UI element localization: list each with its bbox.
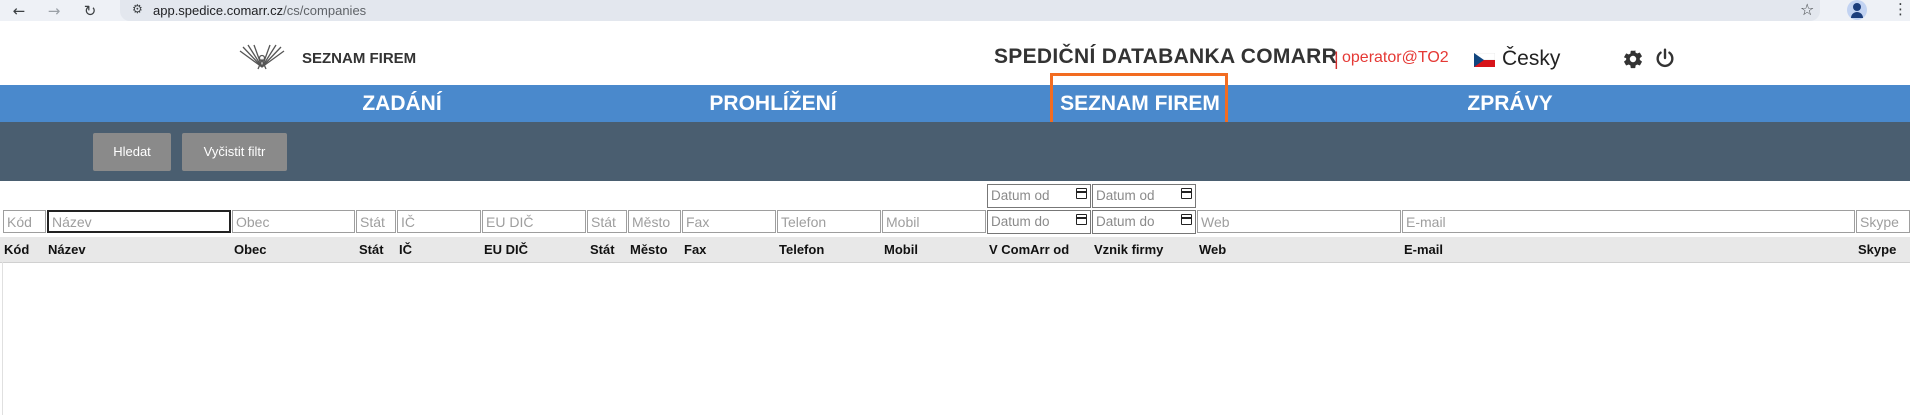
- nav-item-zadani[interactable]: ZADÁNÍ: [302, 85, 502, 122]
- column-header-kod[interactable]: Kód: [4, 242, 29, 257]
- app-title: SPEDIČNÍ DATABANKA COMARR: [994, 45, 1338, 68]
- nav-item-zpravy[interactable]: ZPRÁVY: [1410, 85, 1610, 122]
- address-bar[interactable]: [120, 0, 1820, 21]
- filter-code-input[interactable]: [3, 210, 46, 233]
- main-nav: ZADÁNÍ PROHLÍŽENÍ SEZNAM FIREM ZPRÁVY: [0, 85, 1910, 122]
- filter-action-bar: Hledat Vyčistit filtr: [0, 122, 1910, 181]
- bookmark-star-icon[interactable]: ☆: [1800, 0, 1814, 19]
- filter-eu-dic-input[interactable]: [482, 210, 586, 233]
- filter-fax-input[interactable]: [682, 210, 776, 233]
- brand-label: SEZNAM FIREM: [302, 50, 417, 67]
- column-header-ic[interactable]: IČ: [399, 242, 412, 257]
- calendar-icon[interactable]: [1076, 188, 1087, 199]
- column-header-nazev[interactable]: Název: [48, 242, 86, 257]
- filter-mobil-input[interactable]: [882, 210, 986, 233]
- filter-ic-input[interactable]: [397, 210, 481, 233]
- czech-flag-icon[interactable]: [1474, 53, 1495, 67]
- table-header-row: Kód Název Obec Stát IČ EU DIČ Stát Město…: [0, 237, 1910, 263]
- gear-icon[interactable]: [1622, 48, 1644, 70]
- column-header-email[interactable]: E-mail: [1404, 242, 1443, 257]
- filter-email-input[interactable]: [1402, 210, 1855, 233]
- vznik-firmy-date-from[interactable]: Datum od: [1092, 184, 1196, 208]
- column-header-telefon[interactable]: Telefon: [779, 242, 824, 257]
- filter-obec-input[interactable]: [232, 210, 355, 233]
- comarr-logo-icon: [239, 44, 285, 70]
- column-header-vznik-firmy[interactable]: Vznik firmy: [1094, 242, 1163, 257]
- calendar-icon[interactable]: [1076, 214, 1087, 225]
- app-header: SEZNAM FIREM SPEDIČNÍ DATABANKA COMARR |…: [0, 33, 1910, 83]
- vznik-firmy-date-to[interactable]: Datum do: [1092, 210, 1196, 234]
- header-separator: |: [1334, 49, 1339, 69]
- column-header-mesto[interactable]: Město: [630, 242, 668, 257]
- column-header-fax[interactable]: Fax: [684, 242, 706, 257]
- nav-item-prohlizeni[interactable]: PROHLÍŽENÍ: [653, 85, 893, 122]
- power-icon[interactable]: [1654, 47, 1676, 69]
- filter-mesto-input[interactable]: [628, 210, 681, 233]
- search-button[interactable]: Hledat: [93, 133, 171, 171]
- date-to-label: Datum do: [1096, 214, 1155, 229]
- v-comarr-od-date-to[interactable]: Datum do: [987, 210, 1091, 234]
- site-settings-icon[interactable]: ⚙: [132, 2, 143, 16]
- filter-stat-input[interactable]: [356, 210, 396, 233]
- user-account[interactable]: operator@TO2: [1342, 49, 1449, 67]
- column-header-obec[interactable]: Obec: [234, 242, 267, 257]
- column-header-stat[interactable]: Stát: [359, 242, 384, 257]
- nav-item-seznam-firem[interactable]: SEZNAM FIREM: [1040, 85, 1240, 122]
- language-selector[interactable]: Česky: [1502, 47, 1560, 71]
- column-header-mobil[interactable]: Mobil: [884, 242, 918, 257]
- date-to-label: Datum do: [991, 214, 1050, 229]
- clear-filter-button[interactable]: Vyčistit filtr: [182, 133, 287, 171]
- filter-telefon-input[interactable]: [777, 210, 881, 233]
- filter-stat-2-input[interactable]: [587, 210, 627, 233]
- back-arrow-icon[interactable]: ←: [9, 1, 29, 21]
- forward-arrow-icon[interactable]: →: [44, 1, 64, 21]
- url-path: /cs/companies: [283, 3, 367, 18]
- browser-menu-icon[interactable]: ⋮: [1893, 0, 1908, 18]
- url-host: app.spedice.comarr.cz: [153, 3, 284, 18]
- profile-avatar-icon[interactable]: [1847, 0, 1867, 20]
- column-header-skype[interactable]: Skype: [1858, 242, 1896, 257]
- column-header-v-comarr-od[interactable]: V ComArr od: [989, 242, 1069, 257]
- reload-icon[interactable]: ↻: [80, 1, 100, 21]
- browser-toolbar: ← → ↻ ⚙ app.spedice.comarr.cz/cs/compani…: [0, 0, 1910, 21]
- filter-web-input[interactable]: [1197, 210, 1401, 233]
- column-header-web[interactable]: Web: [1199, 242, 1226, 257]
- calendar-icon[interactable]: [1181, 214, 1192, 225]
- date-from-label: Datum od: [991, 188, 1050, 203]
- v-comarr-od-date-from[interactable]: Datum od: [987, 184, 1091, 208]
- table-body-border: [2, 262, 3, 415]
- url-text[interactable]: app.spedice.comarr.cz/cs/companies: [153, 3, 366, 18]
- filter-skype-input[interactable]: [1856, 210, 1910, 233]
- filter-name-input[interactable]: [47, 210, 231, 233]
- column-header-stat-2[interactable]: Stát: [590, 242, 615, 257]
- calendar-icon[interactable]: [1181, 188, 1192, 199]
- column-header-eu-dic[interactable]: EU DIČ: [484, 242, 528, 257]
- date-from-label: Datum od: [1096, 188, 1155, 203]
